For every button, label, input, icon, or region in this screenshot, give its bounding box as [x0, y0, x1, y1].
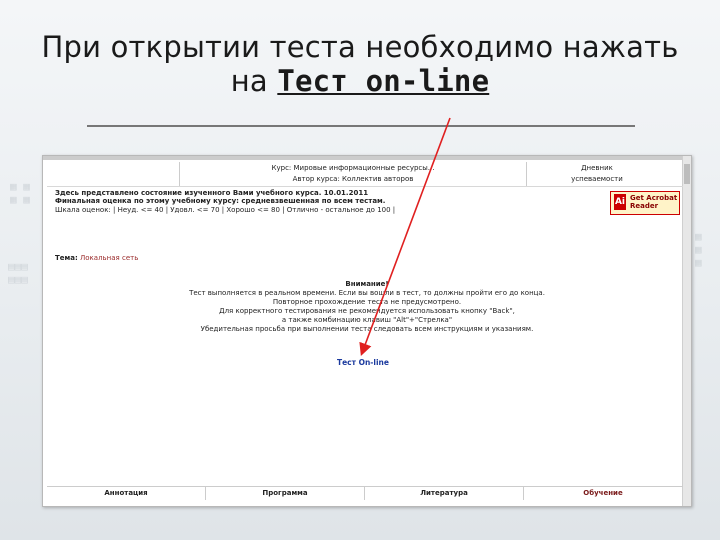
pointer-arrow — [359, 117, 451, 356]
arrow-line — [359, 117, 451, 356]
